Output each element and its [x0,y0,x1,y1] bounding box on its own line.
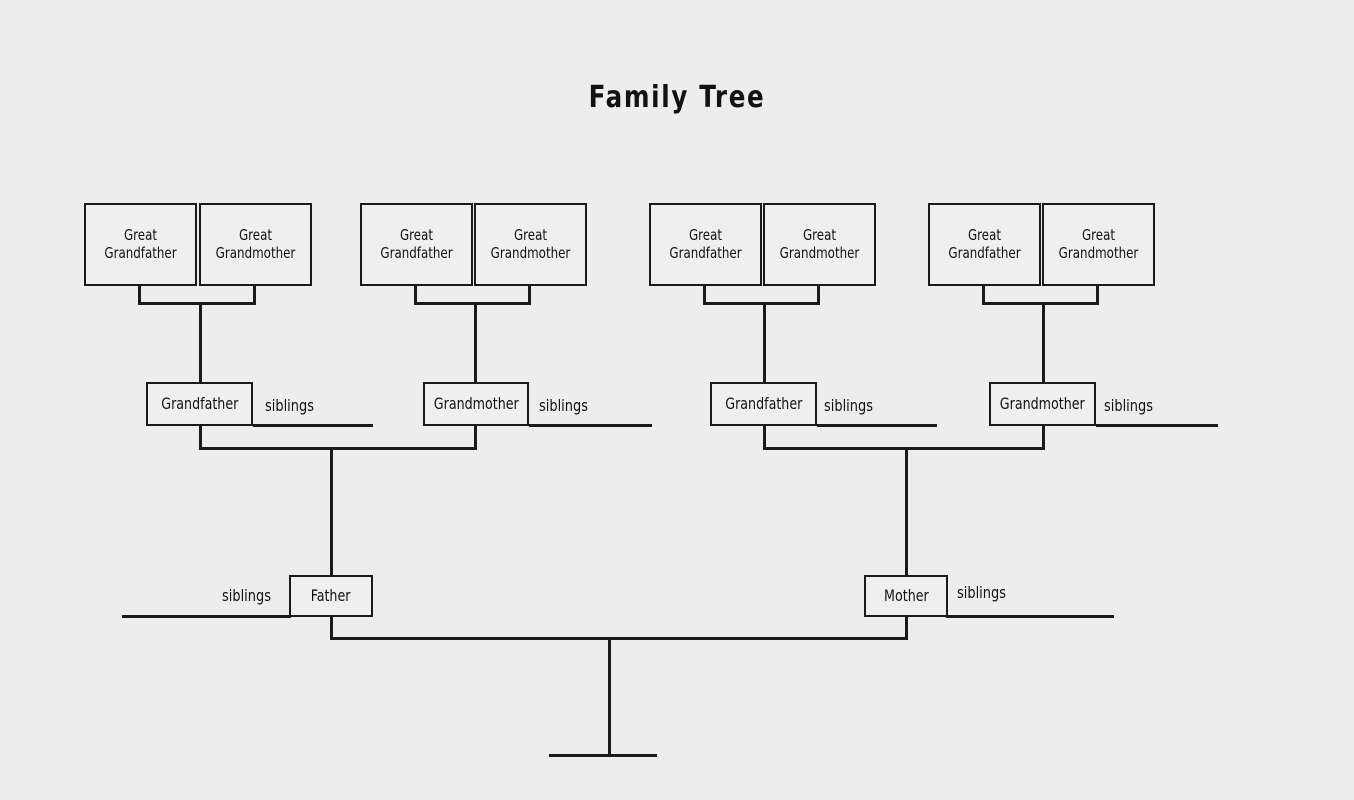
node-grandmother-2[interactable]: Grandmother [989,382,1096,426]
node-label: Great Grandfather [669,226,742,262]
node-label: Great Grandmother [779,226,860,262]
node-label: Father [311,585,351,605]
node-grandmother-1[interactable]: Grandmother [423,382,529,426]
siblings-label-grandfather-1: siblings [265,396,314,415]
siblings-line-grandmother-2 [1096,424,1218,427]
siblings-label-father: siblings [222,586,271,605]
node-grandfather-2[interactable]: Grandfather [710,382,817,426]
siblings-line-mother [946,615,1114,618]
node-mother[interactable]: Mother [864,575,948,617]
siblings-label-grandfather-2: siblings [824,396,873,415]
union-bar-paternal [199,447,477,450]
node-label: Great Grandmother [1058,226,1139,262]
node-great-grandmother-4[interactable]: Great Grandmother [1042,203,1155,286]
child-drop-2 [474,302,477,384]
union-bar-maternal [763,447,1045,450]
node-great-grandfather-2[interactable]: Great Grandfather [360,203,473,286]
node-great-grandfather-1[interactable]: Great Grandfather [84,203,197,286]
node-label: Great Grandfather [104,226,177,262]
node-label: Grandfather [724,393,803,413]
siblings-label-grandmother-1: siblings [539,396,588,415]
union-bar-2 [414,302,531,305]
child-drop-3 [763,302,766,384]
node-great-grandmother-2[interactable]: Great Grandmother [474,203,587,286]
union-bar-parents [330,637,908,640]
children-line [549,754,657,757]
union-bar-1 [138,302,256,305]
siblings-line-grandfather-1 [253,424,373,427]
page-title: Family Tree [588,80,766,115]
node-label: Grandmother [1000,393,1085,413]
node-label: Grandmother [433,393,519,413]
node-great-grandfather-4[interactable]: Great Grandfather [928,203,1041,286]
child-drop-mother [905,447,908,575]
node-label: Great Grandfather [948,226,1021,262]
node-great-grandmother-1[interactable]: Great Grandmother [199,203,312,286]
node-label: Great Grandmother [490,226,571,262]
union-bar-3 [703,302,820,305]
node-great-grandfather-3[interactable]: Great Grandfather [649,203,762,286]
siblings-label-grandmother-2: siblings [1104,396,1153,415]
node-grandfather-1[interactable]: Grandfather [146,382,253,426]
siblings-line-father [122,615,291,618]
siblings-label-mother: siblings [957,583,1006,602]
node-label: Great Grandfather [380,226,453,262]
family-tree-diagram: Family Tree Great Grandfather Great Gran… [0,0,1354,800]
child-drop-4 [1042,302,1045,384]
node-label: Great Grandmother [215,226,296,262]
child-drop-father [330,447,333,575]
siblings-line-grandmother-1 [529,424,652,427]
union-bar-4 [982,302,1099,305]
node-label: Grandfather [160,393,239,413]
node-great-grandmother-3[interactable]: Great Grandmother [763,203,876,286]
siblings-line-grandfather-2 [817,424,937,427]
child-drop-children [608,637,611,756]
child-drop-1 [199,302,202,384]
node-label: Mother [883,585,929,605]
node-father[interactable]: Father [289,575,373,617]
